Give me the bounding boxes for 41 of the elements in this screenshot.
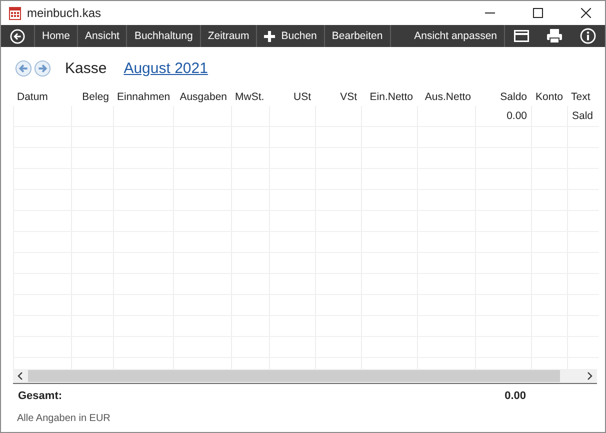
column-header[interactable]: Beleg [71, 90, 113, 102]
scroll-right-icon[interactable] [587, 372, 593, 380]
close-icon[interactable] [581, 8, 591, 18]
currency-note: Alle Angaben in EUR [17, 412, 110, 424]
maximize-icon[interactable] [533, 8, 543, 18]
column-header[interactable]: Einnahmen [113, 90, 173, 102]
page-title: Kasse [65, 60, 107, 76]
toolbar-button[interactable]: Bearbeiten [324, 25, 390, 47]
column-header[interactable]: MwSt. [231, 90, 269, 102]
info-icon[interactable] [580, 28, 596, 44]
toolbar-button[interactable]: Home [35, 25, 78, 47]
period-link[interactable]: August 2021 [124, 60, 208, 76]
toolbar-button[interactable]: Zeitraum [200, 25, 256, 47]
card-icon[interactable] [514, 30, 529, 42]
previous-icon[interactable] [15, 60, 32, 76]
toolbar-button[interactable]: Buchhaltung [127, 25, 200, 47]
plus-icon [264, 30, 276, 42]
window-title: meinbuch.kas [27, 6, 102, 20]
printer-icon[interactable] [547, 29, 562, 43]
column-header[interactable]: Ausgaben [173, 90, 231, 102]
column-header[interactable]: USt [269, 90, 315, 102]
scrollbar-thumb[interactable] [28, 370, 560, 382]
column-header[interactable]: Datum [13, 90, 71, 102]
column-header[interactable]: Konto [531, 90, 567, 102]
column-header[interactable]: Ein.Netto [361, 90, 417, 102]
next-icon[interactable] [34, 60, 51, 76]
total-label: Gesamt: [17, 390, 64, 402]
horizontal-scrollbar[interactable] [13, 369, 597, 384]
column-header[interactable]: Saldo [475, 90, 531, 102]
table-cell: 0.00 [506, 110, 527, 122]
toolbar-button[interactable]: Ansicht anpassen [407, 25, 504, 47]
total-value: 0.00 [504, 390, 527, 402]
column-header[interactable]: Aus.Netto [417, 90, 475, 102]
toolbar-button[interactable]: Buchen [257, 25, 324, 47]
back-icon[interactable] [10, 28, 25, 44]
table-cell: Sald [572, 110, 594, 122]
column-header[interactable]: Text [567, 90, 599, 102]
calendar-icon [9, 6, 21, 20]
scroll-left-icon[interactable] [17, 372, 23, 380]
toolbar-button[interactable]: Ansicht [78, 25, 126, 47]
column-header[interactable]: VSt [315, 90, 361, 102]
